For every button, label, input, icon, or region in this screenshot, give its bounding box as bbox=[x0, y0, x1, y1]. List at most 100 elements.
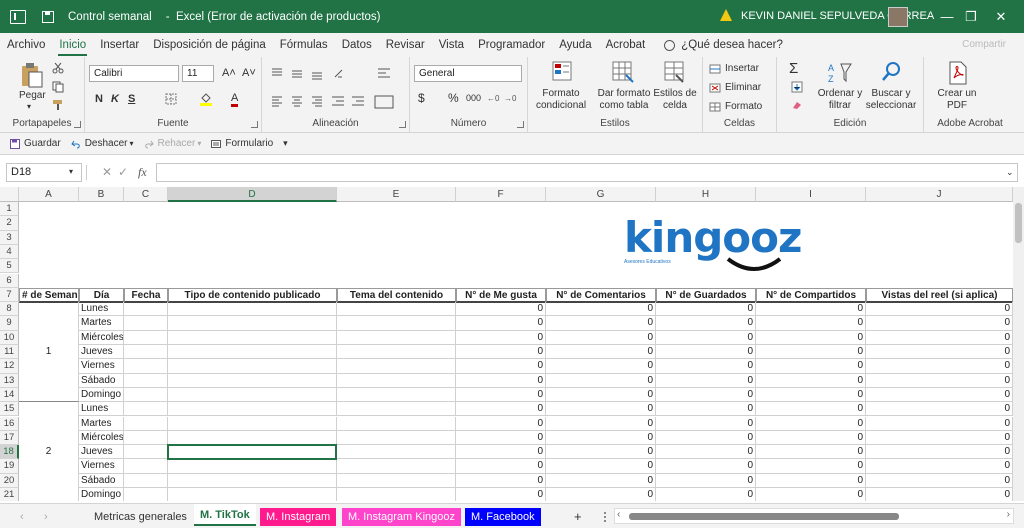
scroll-tabs-left-icon[interactable]: ‹ bbox=[14, 508, 30, 526]
row-header[interactable]: 2 bbox=[0, 216, 19, 231]
metric-cell[interactable]: 0 bbox=[866, 387, 1013, 403]
metric-cell[interactable]: 0 bbox=[866, 302, 1013, 317]
scroll-right-icon[interactable]: › bbox=[1007, 509, 1010, 520]
metric-cell[interactable]: 0 bbox=[456, 330, 546, 345]
metric-cell[interactable]: 0 bbox=[656, 373, 756, 388]
underline-button[interactable]: S bbox=[128, 93, 135, 105]
save-icon[interactable] bbox=[42, 10, 54, 23]
vertical-scroll-thumb[interactable] bbox=[1015, 203, 1022, 243]
metric-cell[interactable]: 0 bbox=[546, 373, 656, 388]
worksheet-grid[interactable]: A B C D E F G H I J 1 2 3 4 5 6 7 8 9 10 11 12 13 14 15 16 17 18 19 2… bbox=[0, 187, 1013, 501]
table-cell[interactable] bbox=[168, 302, 337, 317]
metric-cell[interactable]: 0 bbox=[866, 488, 1013, 501]
metric-cell[interactable]: 0 bbox=[756, 316, 866, 331]
metric-cell[interactable]: 0 bbox=[546, 402, 656, 417]
table-cell[interactable] bbox=[337, 459, 456, 474]
table-cell[interactable] bbox=[168, 430, 337, 446]
metric-cell[interactable]: 0 bbox=[656, 488, 756, 501]
day-cell[interactable]: Jueves bbox=[79, 445, 124, 460]
format-table-button[interactable]: Dar formato como tabla bbox=[594, 88, 654, 112]
metric-cell[interactable]: 0 bbox=[756, 488, 866, 501]
paste-dropdown-icon[interactable]: ▾ bbox=[27, 102, 31, 111]
metric-cell[interactable]: 0 bbox=[756, 416, 866, 431]
tab-insertar[interactable]: Insertar bbox=[93, 33, 146, 57]
format-cells-icon[interactable] bbox=[709, 102, 721, 112]
copy-icon[interactable] bbox=[52, 81, 64, 93]
table-cell[interactable] bbox=[337, 359, 456, 374]
metric-cell[interactable]: 0 bbox=[546, 445, 656, 460]
table-cell[interactable] bbox=[124, 330, 168, 345]
metric-cell[interactable]: 0 bbox=[456, 359, 546, 374]
scroll-tabs-right-icon[interactable]: › bbox=[38, 508, 54, 526]
metric-cell[interactable]: 0 bbox=[456, 316, 546, 331]
metric-cell[interactable]: 0 bbox=[866, 345, 1013, 360]
table-cell[interactable] bbox=[337, 373, 456, 388]
pdf-icon[interactable] bbox=[948, 61, 968, 85]
clipboard-launcher-icon[interactable] bbox=[74, 121, 81, 128]
row-header[interactable]: 12 bbox=[0, 359, 19, 374]
insert-cells-icon[interactable] bbox=[709, 64, 721, 74]
sort-filter-icon[interactable]: AZ bbox=[827, 61, 853, 85]
day-cell[interactable]: Lunes bbox=[79, 402, 124, 417]
row-header[interactable]: 21 bbox=[0, 488, 19, 501]
row-header[interactable]: 8 bbox=[0, 302, 19, 317]
table-cell[interactable] bbox=[124, 459, 168, 474]
formula-input[interactable] bbox=[156, 163, 1018, 182]
metric-cell[interactable]: 0 bbox=[656, 402, 756, 417]
table-cell[interactable] bbox=[124, 473, 168, 488]
sheet-tab-facebook[interactable]: M. Facebook bbox=[465, 508, 541, 526]
day-cell[interactable]: Sábado bbox=[79, 373, 124, 388]
metric-cell[interactable]: 0 bbox=[756, 445, 866, 460]
table-cell[interactable] bbox=[168, 488, 337, 501]
metric-cell[interactable]: 0 bbox=[866, 359, 1013, 374]
tab-programador[interactable]: Programador bbox=[471, 33, 552, 57]
metric-cell[interactable]: 0 bbox=[656, 330, 756, 345]
metric-cell[interactable]: 0 bbox=[456, 416, 546, 431]
day-cell[interactable]: Lunes bbox=[79, 302, 124, 317]
table-cell[interactable] bbox=[124, 488, 168, 501]
font-name-select[interactable]: Calibri bbox=[89, 65, 179, 82]
enter-icon[interactable]: ✓ bbox=[118, 165, 128, 179]
conditional-format-icon[interactable] bbox=[552, 61, 574, 83]
sheet-tab-instagram-kingooz[interactable]: M. Instagram Kingooz bbox=[342, 508, 461, 526]
day-cell[interactable]: Miércoles bbox=[79, 430, 124, 446]
delete-cells-button[interactable]: Eliminar bbox=[725, 82, 761, 93]
sort-filter-button[interactable]: Ordenar y filtrar bbox=[817, 88, 863, 112]
table-cell[interactable] bbox=[168, 387, 337, 403]
sheet-tab-tiktok[interactable]: M. TikTok bbox=[194, 504, 256, 526]
metric-cell[interactable]: 0 bbox=[656, 430, 756, 446]
row-header[interactable]: 10 bbox=[0, 330, 19, 345]
tab-datos[interactable]: Datos bbox=[335, 33, 379, 57]
tab-disposicion[interactable]: Disposición de página bbox=[146, 33, 273, 57]
table-cell[interactable] bbox=[168, 473, 337, 488]
table-cell[interactable] bbox=[124, 373, 168, 388]
row-header[interactable]: 9 bbox=[0, 316, 19, 331]
row-header[interactable]: 7 bbox=[0, 287, 19, 303]
metric-cell[interactable]: 0 bbox=[546, 302, 656, 317]
cut-icon[interactable] bbox=[52, 62, 64, 74]
metric-cell[interactable]: 0 bbox=[546, 345, 656, 360]
expand-formula-icon[interactable]: ⌄ bbox=[1006, 167, 1014, 178]
metric-cell[interactable]: 0 bbox=[656, 345, 756, 360]
table-cell[interactable] bbox=[337, 416, 456, 431]
metric-cell[interactable]: 0 bbox=[866, 373, 1013, 388]
metric-cell[interactable]: 0 bbox=[866, 445, 1013, 460]
clear-icon[interactable] bbox=[791, 100, 803, 110]
metric-cell[interactable]: 0 bbox=[546, 359, 656, 374]
metric-cell[interactable]: 0 bbox=[546, 387, 656, 403]
column-header[interactable]: G bbox=[546, 187, 656, 202]
column-header[interactable]: B bbox=[79, 187, 124, 202]
metric-cell[interactable]: 0 bbox=[546, 330, 656, 345]
table-cell[interactable] bbox=[124, 387, 168, 403]
day-cell[interactable]: Martes bbox=[79, 316, 124, 331]
tab-ayuda[interactable]: Ayuda bbox=[552, 33, 598, 57]
scroll-left-icon[interactable]: ‹ bbox=[617, 509, 620, 520]
select-all-corner[interactable] bbox=[0, 187, 19, 202]
table-cell[interactable] bbox=[337, 402, 456, 417]
column-header[interactable]: I bbox=[756, 187, 866, 202]
metric-cell[interactable]: 0 bbox=[546, 430, 656, 446]
qat-customize-icon[interactable]: ▾ bbox=[283, 138, 288, 149]
tab-acrobat[interactable]: Acrobat bbox=[599, 33, 653, 57]
metric-cell[interactable]: 0 bbox=[866, 416, 1013, 431]
add-sheet-button[interactable]: + bbox=[568, 508, 588, 526]
